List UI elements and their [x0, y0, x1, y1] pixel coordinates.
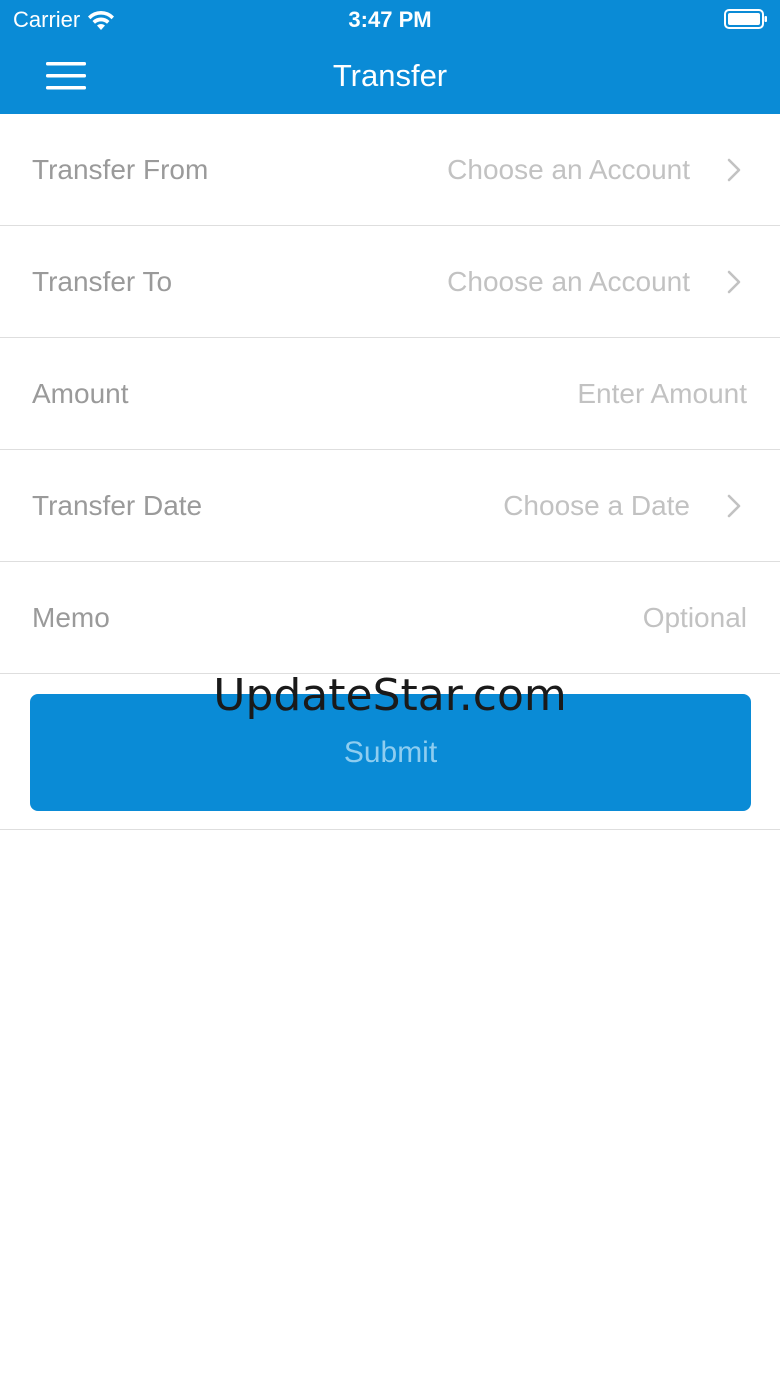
submit-area: Submit [0, 679, 780, 830]
status-bar: Carrier 3:47 PM [0, 0, 780, 40]
navigation-bar: Transfer [0, 40, 780, 114]
chevron-right-icon [727, 494, 741, 517]
amount-label: Amount [32, 377, 129, 409]
transfer-to-label: Transfer To [32, 265, 173, 297]
transfer-date-value: Choose a Date [503, 489, 690, 521]
chevron-right-icon [727, 270, 741, 293]
amount-value [445, 376, 749, 411]
transfer-to-row[interactable]: Transfer To Choose an Account [0, 226, 780, 338]
amount-row: Amount [0, 338, 780, 450]
submit-button[interactable]: Submit [30, 694, 751, 811]
transfer-date-label: Transfer Date [32, 489, 203, 521]
status-time: 3:47 PM [348, 7, 432, 32]
transfer-from-label: Transfer From [32, 153, 209, 185]
transfer-to-value: Choose an Account [447, 265, 690, 297]
battery-icon [724, 9, 767, 29]
amount-input[interactable] [445, 376, 749, 411]
memo-input[interactable] [445, 600, 749, 635]
page-title: Transfer [332, 58, 448, 93]
transfer-form: Transfer From Choose an Account Transfer… [0, 114, 780, 674]
memo-label: Memo [32, 601, 110, 633]
app-header: Carrier 3:47 PM Transfer [0, 0, 780, 114]
memo-value [445, 600, 749, 635]
transfer-from-value: Choose an Account [447, 153, 690, 185]
memo-row: Memo [0, 562, 780, 674]
chevron-right-icon [727, 158, 741, 181]
transfer-date-row[interactable]: Transfer Date Choose a Date [0, 450, 780, 562]
transfer-from-row[interactable]: Transfer From Choose an Account [0, 114, 780, 226]
